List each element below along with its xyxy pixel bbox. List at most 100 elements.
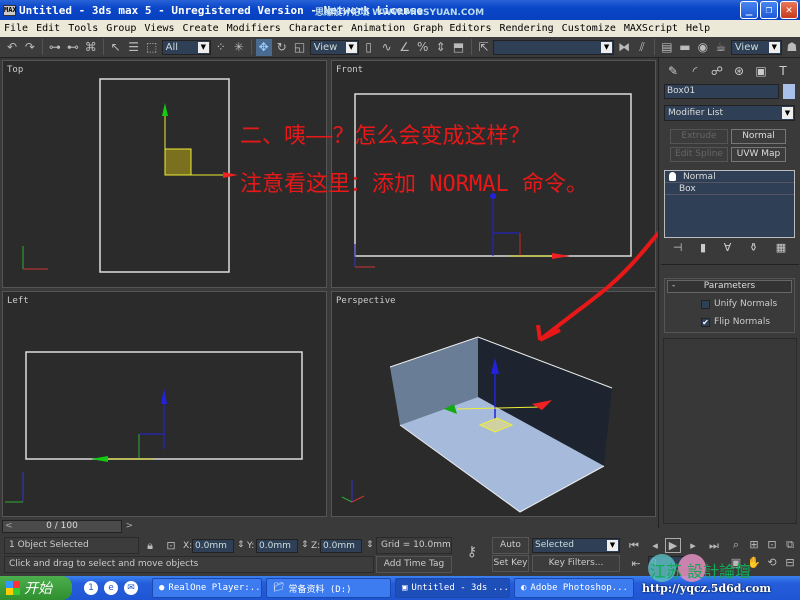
task-label: Adobe Photoshop... [530,583,628,593]
forum-logo: 江苏 設計論壇 http://yqcz.5d6d.com [638,552,798,600]
flip-normals-checkbox[interactable]: ✔ [701,317,710,327]
lock-selection-icon[interactable]: 🔒︎ [142,539,158,553]
x-coordinate-field[interactable]: 0.0mm [192,539,234,553]
edit-spline-button[interactable]: Edit Spline [670,147,728,162]
set-key-button[interactable]: Set Key [492,555,529,572]
realone-icon[interactable]: 1 [84,581,98,595]
time-prev-arrow[interactable]: < [5,521,13,532]
z-coordinate-field[interactable]: 0.0mm [320,539,362,553]
chevron-down-icon: ▼ [607,540,618,551]
command-panel-empty-area [663,338,797,524]
normal-button[interactable]: Normal [731,129,786,144]
key-mode-value: Selected [535,540,575,550]
key-filters-button[interactable]: Key Filters... [532,555,620,572]
key-icon[interactable]: ⚷ [460,544,484,560]
command-panel-tabs: ✎ ◜ ☍ ⊛ ▣ T [659,58,800,82]
flip-normals-option[interactable]: ✔ Flip Normals [701,317,770,327]
extrude-button[interactable]: Extrude [670,129,728,144]
unify-normals-label: Unify Normals [714,299,778,309]
modifier-list-select[interactable]: Modifier List ▼ [664,105,795,121]
collapse-icon: - [672,281,676,291]
folder-icon: 📁︎ [273,583,285,593]
command-panel: ✎ ◜ ☍ ⊛ ▣ T Box01 Modifier List ▼ Extrud… [658,58,800,528]
modify-tab-icon[interactable]: ◜ [685,62,705,80]
task-realone-player[interactable]: ● RealOne Player:... [152,578,262,598]
x-label: X: [183,541,193,551]
zoom-extents-icon[interactable]: ⊡ [764,538,780,551]
add-time-tag-button[interactable]: Add Time Tag [376,556,452,573]
unify-normals-checkbox[interactable] [701,299,710,309]
photoshop-icon: ◐ [521,583,527,593]
zoom-extents-all-icon[interactable]: ⧉ [782,538,798,552]
3ds-max-icon: ▣ [402,583,408,593]
logo-text: 江苏 設計論壇 [650,562,752,581]
motion-tab-icon[interactable]: ⊛ [729,62,749,80]
z-label: Z: [311,541,321,551]
parameters-rollout-header[interactable]: - Parameters [667,280,792,293]
x-spinner[interactable]: ⇕ [237,540,245,550]
task-label: RealOne Player:... [168,583,262,593]
realone-icon: ● [159,583,165,593]
zoom-icon[interactable]: ⌕ [728,538,744,552]
hierarchy-tab-icon[interactable]: ☍ [707,62,727,80]
make-unique-icon[interactable]: ∀ [724,241,732,259]
windows-logo-icon [6,581,20,595]
modifier-list-value: Modifier List [668,108,723,118]
task-photoshop[interactable]: ◐ Adobe Photoshop... [514,578,634,598]
time-slider[interactable]: < 0 / 100 > [2,520,133,533]
stack-item-label: Box [679,184,696,194]
absolute-mode-icon[interactable]: ⊡ [163,539,179,552]
flip-normals-label: Flip Normals [714,317,771,327]
annotation-line-1: 二、咦——？怎么会变成这样？ [240,124,531,149]
display-tab-icon[interactable]: ▣ [751,62,771,80]
y-coordinate-field[interactable]: 0.0mm [256,539,298,553]
key-mode-select[interactable]: Selected ▼ [532,538,620,553]
start-label: 开始 [24,581,52,597]
next-frame-icon[interactable]: ▸ [685,539,701,552]
task-label: 常备资料 (D:) [288,584,352,595]
timeline-bar: < 0 / 100 > [0,518,658,534]
utilities-tab-icon[interactable]: T [773,62,793,80]
parameters-rollout: - Parameters Unify Normals ✔ Flip Normal… [664,278,795,333]
show-end-result-icon[interactable]: ▮ [700,241,706,259]
go-to-start-icon[interactable]: ⏮ [626,539,642,553]
previous-frame-icon[interactable]: ◂ [647,539,663,552]
z-spinner[interactable]: ⇕ [366,540,374,550]
unify-normals-option[interactable]: Unify Normals [701,299,777,309]
remove-modifier-icon[interactable]: ⚱ [749,241,758,259]
object-color-swatch[interactable] [783,84,795,99]
y-label: Y: [247,541,255,551]
messenger-icon[interactable]: ✉ [124,581,138,595]
auto-key-button[interactable]: Auto Key [492,537,529,565]
rollout-title: Parameters [703,281,756,291]
time-slider-value: 0 / 100 [46,521,78,531]
stack-item-label: Normal [683,172,716,182]
stack-toolbar: ⊣ ▮ ∀ ⚱ ▦ [664,241,795,259]
prompt-line: Click and drag to select and move object… [4,556,374,573]
configure-modifier-sets-icon[interactable]: ▦ [776,241,786,259]
annotation-line-2: 注意看这里：添加 NORMAL 命令。 [240,172,588,197]
task-folder[interactable]: 📁︎ 常备资料 (D:) [266,578,391,598]
chevron-down-icon: ▼ [782,107,793,119]
object-name-field[interactable]: Box01 [664,84,779,99]
selection-count: 1 Object Selected [4,537,139,554]
grid-size: Grid = 10.0mm [376,537,452,554]
quick-launch: 1 e ✉ [84,581,138,595]
task-label: Untitled - 3ds ... [411,583,509,593]
uvw-map-button[interactable]: UVW Map [731,147,786,162]
lightbulb-icon[interactable] [669,172,676,181]
modifier-stack: Normal Box [664,170,795,238]
start-button[interactable]: 开始 [0,576,72,600]
play-icon[interactable]: ▶ [665,538,681,553]
zoom-all-icon[interactable]: ⊞ [746,538,762,551]
time-next-arrow[interactable]: > [125,521,133,532]
create-tab-icon[interactable]: ✎ [663,62,683,80]
pin-stack-icon[interactable]: ⊣ [673,241,683,259]
panel-divider [661,264,799,265]
internet-explorer-icon[interactable]: e [104,581,118,595]
stack-item-normal[interactable]: Normal [665,171,794,183]
task-3ds-max[interactable]: ▣ Untitled - 3ds ... [395,578,510,598]
stack-item-box[interactable]: Box [665,183,794,195]
go-to-end-icon[interactable]: ⏭ [706,539,722,553]
y-spinner[interactable]: ⇕ [301,540,309,550]
